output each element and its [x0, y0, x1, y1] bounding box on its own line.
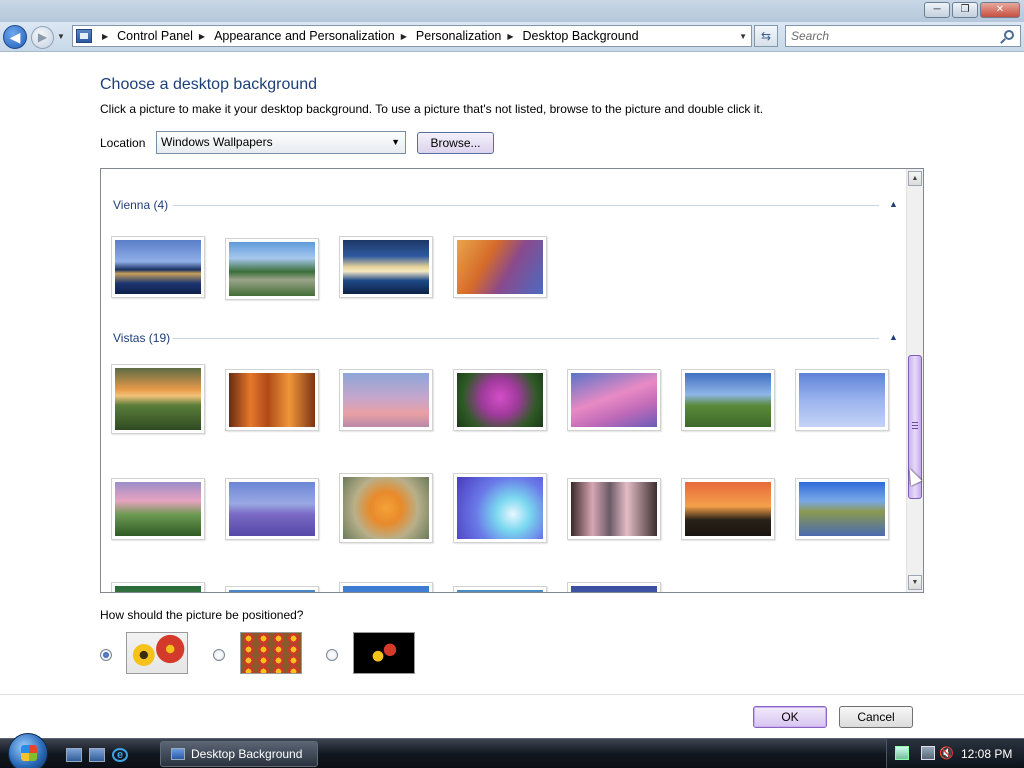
show-desktop-icon[interactable] — [66, 748, 82, 762]
back-arrow-icon[interactable]: ◀ — [3, 25, 27, 49]
ok-button[interactable]: OK — [753, 706, 827, 728]
wallpaper-thumbnail[interactable] — [453, 236, 547, 298]
taskbar-button-desktop-background[interactable]: Desktop Background — [160, 741, 318, 767]
breadcrumb-control-panel[interactable]: Control Panel — [117, 29, 193, 43]
wallpaper-thumbnail[interactable] — [339, 473, 433, 543]
wallpaper-thumbnail[interactable] — [111, 236, 205, 298]
wallpaper-thumbnail[interactable] — [795, 369, 889, 431]
start-button[interactable] — [8, 733, 48, 768]
recent-pages-dropdown-icon[interactable]: ▼ — [57, 32, 65, 41]
wallpaper-thumbnail[interactable] — [111, 364, 205, 434]
taskbar: e Desktop Background 🔇 12:08 PM — [0, 733, 1024, 768]
wallpaper-thumbnail[interactable] — [453, 473, 547, 543]
wallpaper-thumbnail[interactable] — [225, 238, 319, 300]
internet-explorer-icon[interactable]: e — [112, 748, 128, 762]
wallpaper-thumbnail[interactable] — [567, 582, 661, 592]
breadcrumb-appearance[interactable]: Appearance and Personalization — [214, 29, 395, 43]
wallpaper-thumbnail[interactable] — [453, 369, 547, 431]
wallpaper-thumbnail[interactable] — [225, 478, 319, 540]
breadcrumb-desktop-background[interactable]: Desktop Background — [523, 29, 639, 43]
gallery-scrollbar[interactable]: ▲ ▼ — [906, 169, 923, 592]
wallpaper-thumbnail[interactable] — [225, 369, 319, 431]
position-radio-fit[interactable] — [100, 649, 112, 661]
collapse-chevron-icon[interactable]: ▲ — [889, 332, 898, 342]
breadcrumb-separator-icon[interactable]: ▶ — [507, 32, 513, 41]
tile-option-icon[interactable] — [240, 632, 302, 674]
position-radio-tile[interactable] — [213, 649, 225, 661]
wallpaper-thumbnail[interactable] — [681, 369, 775, 431]
system-tray: 🔇 12:08 PM — [886, 739, 1024, 768]
wallpaper-thumbnail[interactable] — [681, 478, 775, 540]
window-title-bar: ─ ❐ ✕ — [0, 0, 1024, 22]
control-panel-icon — [171, 748, 185, 760]
minimize-button[interactable]: ─ — [924, 2, 950, 18]
group-divider — [173, 338, 879, 339]
center-option-icon[interactable] — [353, 632, 415, 674]
collapse-chevron-icon[interactable]: ▲ — [889, 199, 898, 209]
wallpaper-thumbnail[interactable] — [225, 586, 319, 592]
forward-arrow-icon[interactable]: ▶ — [31, 26, 54, 49]
group-divider — [173, 205, 879, 206]
breadcrumb-personalization[interactable]: Personalization — [416, 29, 501, 43]
wallpaper-thumbnail[interactable] — [111, 478, 205, 540]
scroll-down-icon[interactable]: ▼ — [908, 575, 922, 590]
breadcrumb-separator-icon[interactable]: ▶ — [401, 32, 407, 41]
address-dropdown-icon[interactable]: ▼ — [739, 32, 747, 41]
address-bar[interactable]: ▶ Control Panel ▶ Appearance and Persona… — [72, 25, 752, 47]
taskbar-button-label: Desktop Background — [191, 747, 303, 761]
volume-icon[interactable]: 🔇 — [939, 746, 954, 760]
fit-to-screen-option-icon[interactable] — [126, 632, 188, 674]
page-title: Choose a desktop background — [100, 76, 318, 93]
clock[interactable]: 12:08 PM — [961, 747, 1012, 761]
close-button[interactable]: ✕ — [980, 2, 1020, 18]
search-placeholder: Search — [791, 29, 830, 43]
position-radio-center[interactable] — [326, 649, 338, 661]
maximize-button[interactable]: ❐ — [952, 2, 978, 18]
search-input[interactable]: Search — [785, 25, 1021, 47]
grip-icon — [912, 422, 918, 429]
cancel-button[interactable]: Cancel — [839, 706, 913, 728]
window-controls: ─ ❐ ✕ — [924, 2, 1020, 18]
location-label: Location — [100, 136, 146, 150]
dropdown-arrow-icon: ▼ — [391, 137, 400, 147]
wallpaper-thumbnail[interactable] — [453, 586, 547, 592]
control-panel-icon — [76, 29, 92, 43]
position-question: How should the picture be positioned? — [100, 608, 304, 622]
wallpaper-thumbnail[interactable] — [339, 369, 433, 431]
location-value: Windows Wallpapers — [161, 135, 273, 149]
group-header-vienna[interactable]: Vienna (4) — [113, 198, 168, 212]
wallpaper-thumbnail[interactable] — [111, 582, 205, 592]
wallpaper-thumbnail[interactable] — [567, 369, 661, 431]
wallpaper-thumbnail[interactable] — [339, 236, 433, 298]
browse-button[interactable]: Browse... — [417, 132, 494, 154]
wallpaper-thumbnail[interactable] — [567, 478, 661, 540]
switch-windows-icon[interactable] — [89, 748, 105, 762]
network-icon[interactable] — [895, 746, 909, 760]
wallpaper-thumbnail[interactable] — [339, 582, 433, 592]
page-description: Click a picture to make it your desktop … — [100, 102, 764, 116]
scroll-up-icon[interactable]: ▲ — [908, 171, 922, 186]
group-header-vistas[interactable]: Vistas (19) — [113, 331, 170, 345]
location-dropdown[interactable]: Windows Wallpapers ▼ — [156, 131, 406, 154]
wallpaper-gallery: Vienna (4) ▲ Vistas (19) ▲ ▲ ▼ — [100, 168, 924, 593]
navigation-bar: ◀ ▶ ▼ ▶ Control Panel ▶ Appearance and P… — [0, 22, 1024, 52]
refresh-icon[interactable]: ⇆ — [754, 25, 778, 47]
breadcrumb-separator-icon[interactable]: ▶ — [102, 32, 108, 41]
footer-divider — [0, 694, 1024, 695]
display-icon[interactable] — [921, 746, 935, 760]
breadcrumb-separator-icon[interactable]: ▶ — [199, 32, 205, 41]
wallpaper-thumbnail[interactable] — [795, 478, 889, 540]
search-icon[interactable] — [1004, 30, 1014, 40]
